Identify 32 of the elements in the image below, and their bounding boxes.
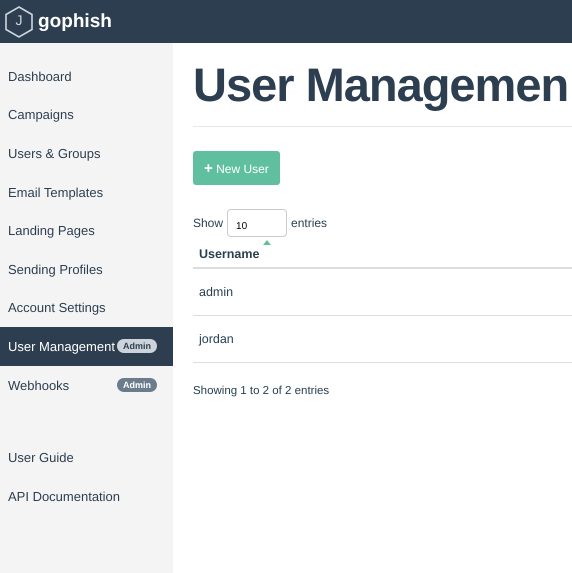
sidebar-item[interactable]: Users & Groups	[0, 134, 173, 173]
table-cell: jordan	[199, 332, 234, 346]
sidebar-item[interactable]: Email Templates	[0, 172, 173, 212]
sidebar-item-label: Users & Groups	[8, 146, 100, 161]
hexagon-logo-icon[interactable]: J	[4, 6, 34, 38]
sidebar-item-label: Sending Profiles	[8, 262, 103, 277]
sidebar-item[interactable]: User Management Admin	[0, 327, 173, 366]
sidebar-item-label: Webhooks	[8, 378, 70, 393]
sidebar-item-label: Email Templates	[8, 184, 104, 200]
sidebar-item[interactable]: Campaigns	[0, 96, 173, 134]
table-info: Showing 1 to 2 of 2 entries	[193, 385, 330, 397]
page-title: User Managemen	[193, 57, 570, 112]
sidebar-link[interactable]: User Guide	[0, 438, 173, 477]
sidebar-item-label: Campaigns	[8, 107, 74, 122]
table-cell: admin	[199, 285, 234, 299]
admin-badge: Admin	[117, 339, 157, 354]
entries-input[interactable]: 10	[227, 209, 288, 237]
sidebar-item[interactable]: Webhooks Admin	[0, 366, 173, 404]
sidebar-item-label: Landing Pages	[8, 223, 95, 238]
sidebar-link[interactable]: API Documentation	[0, 476, 173, 516]
admin-badge: Admin	[117, 378, 157, 392]
sidebar-item-label: Dashboard	[8, 68, 72, 84]
sidebar-item[interactable]: Sending Profiles	[0, 250, 173, 289]
entries-label: entries	[291, 216, 328, 230]
sidebar-item-label: Account Settings	[8, 300, 106, 316]
sidebar-item[interactable]: Dashboard	[0, 57, 173, 96]
sidebar-item[interactable]: Account Settings	[0, 288, 173, 328]
show-label: Show	[193, 216, 224, 230]
brand-name[interactable]: gophish	[38, 10, 112, 32]
sidebar-item[interactable]: Landing Pages	[0, 211, 173, 250]
column-header[interactable]: Username	[199, 247, 260, 261]
sidebar-item-label: User Management	[8, 338, 115, 354]
